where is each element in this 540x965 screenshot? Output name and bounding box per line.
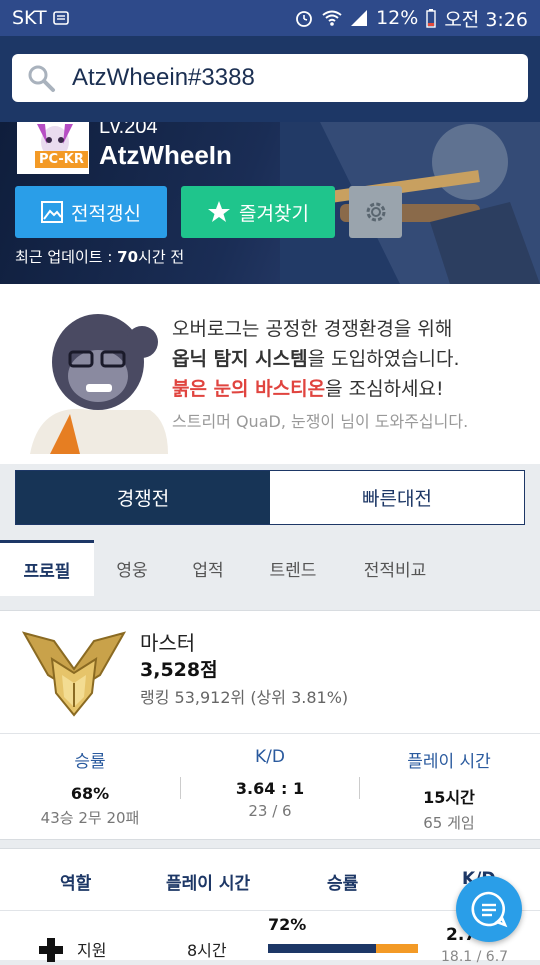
last-updated-suffix: 시간 전 xyxy=(138,248,185,266)
role-name: 지원 xyxy=(77,941,107,960)
player-level: Lv.204 xyxy=(99,122,158,138)
stat-label: 승률 xyxy=(74,752,106,772)
tab-compare[interactable]: 전적비교 xyxy=(340,540,450,596)
notice-banner: 오버로그는 공정한 경쟁환경을 위해 옵닉 탐지 시스템을 도입하였습니다. 붉… xyxy=(0,284,540,464)
stat-sub: 65 게임 xyxy=(423,814,475,832)
rank-card: 마스터 3,528점 랭킹 53,912위 (상위 3.81%) 승률 68% … xyxy=(0,610,540,840)
search-value[interactable]: AtzWheein#3388 xyxy=(72,64,255,92)
tab-achievements[interactable]: 업적 xyxy=(170,540,246,596)
image-icon xyxy=(41,201,64,223)
settings-button[interactable] xyxy=(349,186,402,238)
stat-playtime: 플레이 시간 15시간 65 게임 xyxy=(359,747,539,833)
tab-quickplay[interactable]: 빠른대전 xyxy=(270,471,524,524)
tier-name: 마스터 xyxy=(140,631,196,655)
role-kd-sub: 18.1 / 6.7 xyxy=(441,949,509,965)
stat-label: 플레이 시간 xyxy=(407,752,491,772)
stat-sub: 23 / 6 xyxy=(248,802,292,820)
notice-credit: 스트리머 QuaD, 눈쟁이 님이 도와주십니다. xyxy=(172,412,469,431)
stat-value: 15시간 xyxy=(423,788,475,807)
platform-badge: PC-KR xyxy=(35,151,88,168)
notice-line-2-rest: 을 도입하였습니다. xyxy=(307,348,460,370)
role-winrate: 72% xyxy=(268,915,307,934)
refresh-button[interactable]: 전적갱신 xyxy=(15,186,167,238)
stat-sub: 43승 2무 20패 xyxy=(40,809,140,827)
stat-label: K/D xyxy=(255,747,285,767)
stat-kd: K/D 3.64 : 1 23 / 6 xyxy=(180,747,360,820)
chat-icon xyxy=(470,890,508,928)
winston-illustration xyxy=(30,314,168,454)
column-header-winrate: 승률 xyxy=(327,874,359,894)
profile-banner: PC-KR Lv.204 AtzWheeIn 전적갱신 즐겨찾기 최근 업데이트… xyxy=(0,122,540,284)
signal-icon xyxy=(350,9,368,27)
tab-trends[interactable]: 트렌드 xyxy=(246,540,340,596)
message-icon xyxy=(52,10,69,26)
notice-line-2: 옵닉 탐지 시스템을 도입하였습니다. xyxy=(172,344,460,371)
player-name: AtzWheeIn xyxy=(99,140,232,170)
alarm-icon xyxy=(294,8,314,28)
tab-heroes[interactable]: 영웅 xyxy=(94,540,170,596)
role-playtime: 8시간 xyxy=(187,941,227,960)
battery-percent: 12% xyxy=(376,7,419,29)
ranking-text: 랭킹 53,912위 (상위 3.81%) xyxy=(140,688,349,707)
gear-icon xyxy=(363,199,389,225)
refresh-button-label: 전적갱신 xyxy=(71,202,141,225)
winrate-bar xyxy=(268,944,418,953)
mode-tabs: 경쟁전 빠른대전 xyxy=(15,470,525,525)
column-header-role: 역할 xyxy=(60,874,92,894)
notice-highlight: 옵닉 탐지 시스템 xyxy=(172,348,308,370)
status-bar: SKT 12% 오전 3:26 xyxy=(0,0,540,36)
battery-icon xyxy=(426,8,437,28)
support-role-icon xyxy=(38,937,64,963)
star-icon xyxy=(207,200,231,224)
sub-tabs: 프로필 영웅 업적 트렌드 전적비교 xyxy=(0,540,540,596)
last-updated-value: 70 xyxy=(117,248,139,266)
notice-line-3-rest: 을 조심하세요! xyxy=(325,378,444,400)
last-updated-prefix: 최근 업데이트 : xyxy=(15,248,118,266)
stat-value: 3.64 : 1 xyxy=(235,779,305,798)
master-rank-icon xyxy=(22,631,126,717)
skill-rating: 3,528점 xyxy=(140,659,218,681)
carrier-label: SKT xyxy=(12,7,47,29)
search-input[interactable]: AtzWheein#3388 xyxy=(12,54,528,102)
column-header-playtime: 플레이 시간 xyxy=(166,874,251,894)
stat-value: 68% xyxy=(70,784,110,803)
tab-profile[interactable]: 프로필 xyxy=(0,540,94,596)
divider xyxy=(0,733,540,734)
chat-button[interactable] xyxy=(456,876,522,942)
favorite-button-label: 즐겨찾기 xyxy=(239,202,309,225)
clock: 오전 3:26 xyxy=(444,8,528,31)
notice-line-1: 오버로그는 공정한 경쟁환경을 위해 xyxy=(172,318,453,340)
winrate-bar-fill xyxy=(268,944,376,953)
search-header: AtzWheein#3388 xyxy=(0,36,540,122)
search-icon[interactable] xyxy=(26,63,56,93)
stat-winrate: 승률 68% 43승 2무 20패 xyxy=(0,747,180,828)
tab-competitive[interactable]: 경쟁전 xyxy=(16,471,270,524)
notice-warning: 붉은 눈의 바스티온 xyxy=(172,378,326,400)
last-updated: 최근 업데이트 : 70시간 전 xyxy=(15,246,184,267)
notice-line-3: 붉은 눈의 바스티온을 조심하세요! xyxy=(172,374,444,401)
wifi-icon xyxy=(322,9,342,27)
favorite-button[interactable]: 즐겨찾기 xyxy=(181,186,335,238)
